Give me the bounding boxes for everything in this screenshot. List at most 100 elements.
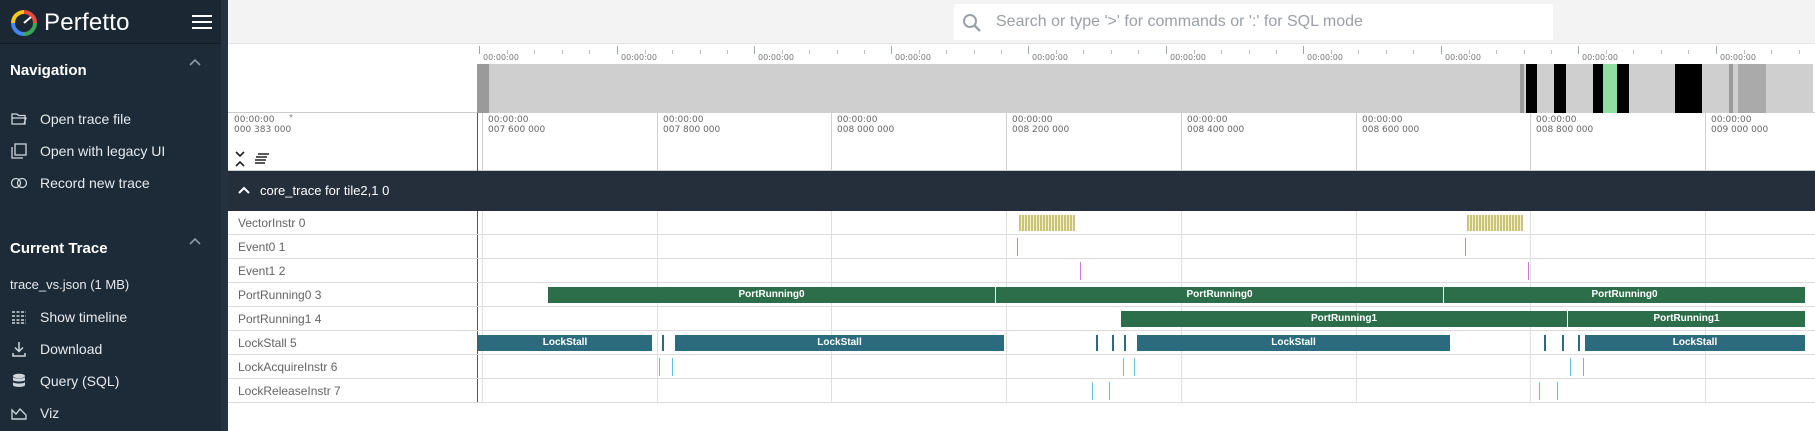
instant-event-mark[interactable] xyxy=(1539,382,1540,400)
instant-event-mark[interactable] xyxy=(1528,262,1529,280)
overview-tick xyxy=(1028,46,1029,54)
overview-minor-tick xyxy=(1798,50,1800,54)
overview-minor-tick xyxy=(809,50,810,54)
time-origin-marker: * xyxy=(289,113,293,124)
overview-minor-tick xyxy=(1688,50,1689,54)
track-slice[interactable]: PortRunning1 xyxy=(1121,311,1567,327)
search-input[interactable] xyxy=(996,7,1536,37)
chevron-up-icon[interactable] xyxy=(188,57,202,67)
overview-minor-tick xyxy=(506,50,508,54)
track-group-header[interactable]: core_trace for tile2,1 0 xyxy=(228,171,1815,211)
instant-event-mark[interactable] xyxy=(1570,358,1571,376)
overview-minor-tick xyxy=(1551,50,1552,54)
track-slice[interactable]: LockStall xyxy=(1137,335,1450,351)
track-row[interactable]: Event1 2 xyxy=(228,259,1815,283)
collapse-all-icon[interactable] xyxy=(234,150,246,168)
sidebar-item-open-trace-file[interactable]: Open trace file xyxy=(10,108,210,130)
instant-event-mark[interactable] xyxy=(1080,262,1081,280)
time-tick-label: 00:00:00 008 400 000 xyxy=(1187,115,1245,135)
track-slice[interactable]: PortRunning0 xyxy=(548,287,995,303)
sidebar-item-record-new-trace[interactable]: Record new trace xyxy=(10,172,210,194)
instant-event-mark[interactable] xyxy=(1557,382,1558,400)
omnibox[interactable] xyxy=(954,4,1553,40)
current-trace-section-title[interactable]: Current Trace xyxy=(10,240,108,257)
instant-event-mark[interactable] xyxy=(672,358,673,376)
sidebar-item-query-sql[interactable]: Query (SQL) xyxy=(10,370,210,392)
overview-tick-label: 00:00:00 xyxy=(1032,53,1068,62)
track-row[interactable]: LockAcquireInstr 6 xyxy=(228,355,1815,379)
short-slice[interactable] xyxy=(1578,335,1580,351)
overview-tick xyxy=(1716,46,1717,54)
time-tick-label: 00:00:00 009 000 000 xyxy=(1711,115,1769,135)
instant-event-mark[interactable] xyxy=(1134,358,1135,376)
overview-minor-tick xyxy=(1358,50,1359,54)
track-slice[interactable]: PortRunning0 xyxy=(1444,287,1805,303)
track-row[interactable]: VectorInstr 0 xyxy=(228,211,1815,235)
sidebar-item-download[interactable]: Download xyxy=(10,338,210,360)
short-slice[interactable] xyxy=(1562,335,1564,351)
track-shell-divider xyxy=(477,113,478,171)
short-slice[interactable] xyxy=(1124,335,1126,351)
overview-minor-tick xyxy=(1468,50,1470,54)
instant-event-mark[interactable] xyxy=(1583,358,1584,376)
navigation-section-title[interactable]: Navigation xyxy=(10,62,87,79)
overview-tick xyxy=(1441,46,1442,54)
short-slice[interactable] xyxy=(1544,335,1546,351)
short-slice[interactable] xyxy=(1112,335,1114,351)
instant-event-mark[interactable] xyxy=(1017,238,1018,256)
track-name: PortRunning1 4 xyxy=(238,312,322,326)
menu-icon[interactable] xyxy=(192,15,212,31)
overview-minor-tick xyxy=(1523,50,1525,54)
folder-open-icon xyxy=(10,110,28,128)
track-row[interactable]: PortRunning1 4 PortRunning1 PortRunning1 xyxy=(228,307,1815,331)
sort-icon[interactable] xyxy=(254,153,270,165)
track-slice[interactable]: LockStall xyxy=(1585,335,1805,351)
overview-activity-block xyxy=(1593,64,1603,113)
instant-event-mark[interactable] xyxy=(1465,238,1466,256)
overview-activity-block xyxy=(1520,64,1524,113)
track-slice[interactable]: PortRunning0 xyxy=(996,287,1443,303)
track-row[interactable]: Event0 1 xyxy=(228,235,1815,259)
track-row[interactable]: LockReleaseInstr 7 xyxy=(228,379,1815,403)
track-slice[interactable]: LockStall xyxy=(478,335,652,351)
sidebar-item-viz[interactable]: Viz xyxy=(10,402,210,424)
track-row[interactable]: LockStall 5 LockStall LockStall LockStall Lo… xyxy=(228,331,1815,355)
sidebar-item-label: Show timeline xyxy=(40,309,128,325)
vector-instr-slice[interactable] xyxy=(1467,215,1523,231)
short-slice[interactable] xyxy=(662,335,664,351)
track-row[interactable]: PortRunning0 3 PortRunning0 PortRunning0 Po… xyxy=(228,283,1815,307)
track-panel[interactable]: VectorInstr 0 Event0 1 Event1 2 PortRunning… xyxy=(228,211,1815,431)
short-slice[interactable] xyxy=(1096,335,1098,351)
overview-tick-label: 00:00:00 xyxy=(1582,53,1618,62)
instant-event-mark[interactable] xyxy=(659,358,660,376)
overview-tick-label: 00:00:00 xyxy=(1307,53,1343,62)
overview-activity-block xyxy=(1675,64,1702,113)
track-slice[interactable]: PortRunning1 xyxy=(1568,311,1805,327)
sidebar-item-label: Open with legacy UI xyxy=(40,143,166,159)
sidebar-item-label: Download xyxy=(40,341,103,357)
overview-tick xyxy=(1303,46,1304,54)
time-origin-label: 00:00:00 000 383 000 xyxy=(234,115,292,135)
track-slice[interactable]: LockStall xyxy=(675,335,1004,351)
time-tick-label: 00:00:00 007 800 000 xyxy=(663,115,721,135)
trace-file-name: trace_vs.json (1 MB) xyxy=(10,277,130,292)
vector-instr-slice[interactable] xyxy=(1019,215,1075,231)
overview-timeline[interactable]: 00:00:00 00:00:00 00:00:00 00:00:00 00:00:00… xyxy=(228,44,1815,113)
instant-event-mark[interactable] xyxy=(1092,382,1093,400)
overview-tick-label: 00:00:00 xyxy=(621,53,657,62)
overview-minor-tick xyxy=(644,50,646,54)
overview-minor-tick xyxy=(973,50,975,54)
overview-activity-block xyxy=(1526,64,1537,113)
overview-minor-tick xyxy=(699,50,701,54)
area-chart-icon xyxy=(10,404,28,422)
sidebar-item-show-timeline[interactable]: Show timeline xyxy=(10,306,210,328)
time-tick-label: 00:00:00 008 800 000 xyxy=(1536,115,1594,135)
instant-event-mark[interactable] xyxy=(1123,358,1124,376)
sidebar-resize-handle[interactable] xyxy=(221,0,228,431)
chevron-up-icon[interactable] xyxy=(188,236,202,246)
sidebar-item-open-legacy-ui[interactable]: Open with legacy UI xyxy=(10,140,210,162)
time-axis[interactable]: 00:00:00 000 383 000 * 00:00:00 007 600 00… xyxy=(228,113,1815,171)
chevron-up-icon[interactable] xyxy=(238,185,250,195)
instant-event-mark[interactable] xyxy=(1109,382,1110,400)
overview-minor-tick xyxy=(864,50,865,54)
